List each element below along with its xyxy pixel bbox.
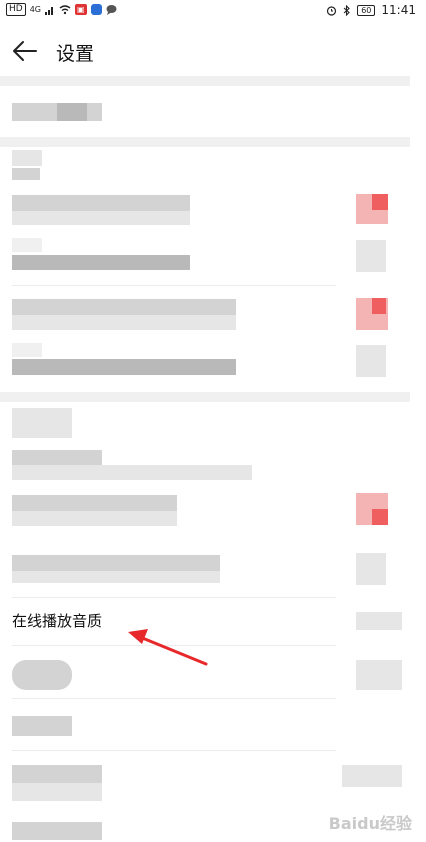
message-icon xyxy=(106,5,117,15)
pixelated-text xyxy=(57,103,87,121)
pixelated-row-subtitle xyxy=(12,571,220,583)
battery-icon: 60 xyxy=(357,4,376,16)
pixelated-toggle-knob xyxy=(372,298,386,314)
app-header: 设置 xyxy=(0,28,426,74)
pixelated-chevron[interactable] xyxy=(356,240,386,272)
alarm-icon xyxy=(327,5,337,16)
pixelated-text xyxy=(12,238,42,252)
hd-badge: HD xyxy=(6,3,26,16)
pixelated-chevron[interactable] xyxy=(356,553,386,585)
pixelated-row-title[interactable] xyxy=(12,495,177,511)
pixelated-row-subtitle xyxy=(12,511,177,526)
pixelated-toggle-knob xyxy=(372,194,388,210)
pixelated-row-subtitle xyxy=(12,465,252,480)
pixelated-chevron[interactable] xyxy=(356,345,386,377)
pixelated-row-title[interactable] xyxy=(12,450,102,465)
pixelated-text xyxy=(12,408,72,438)
pixelated-band xyxy=(0,137,410,147)
pixelated-row-title[interactable] xyxy=(12,660,72,690)
divider xyxy=(12,698,336,699)
wifi-icon xyxy=(59,4,71,14)
pixelated-toggle-knob xyxy=(372,509,388,525)
pixelated-row-title[interactable] xyxy=(12,765,102,783)
shield-icon xyxy=(90,4,102,15)
pixelated-chevron[interactable] xyxy=(356,660,402,690)
pixelated-row-title[interactable] xyxy=(12,555,220,571)
pixelated-band xyxy=(0,392,410,402)
pixelated-text xyxy=(12,150,42,166)
pixelated-row-subtitle xyxy=(12,783,102,801)
pixelated-row-title[interactable] xyxy=(12,299,236,315)
network-label: 4G xyxy=(29,5,41,14)
status-bar: HD 4G ▣ 60 11:41 xyxy=(0,0,426,20)
signal-icon xyxy=(45,6,53,15)
pixelated-text xyxy=(12,168,40,180)
back-arrow-icon[interactable] xyxy=(12,38,38,64)
pixelated-text xyxy=(12,343,42,357)
pixelated-row-title[interactable] xyxy=(12,359,236,375)
divider xyxy=(12,285,336,286)
pixelated-row-title[interactable] xyxy=(12,195,190,211)
pixelated-row-title[interactable] xyxy=(12,716,72,736)
clock: 11:41 xyxy=(381,3,416,17)
pixelated-chevron[interactable] xyxy=(356,612,402,630)
pixelated-band xyxy=(0,76,410,86)
online-playback-quality-item[interactable]: 在线播放音质 xyxy=(12,610,102,631)
divider xyxy=(12,645,336,646)
divider xyxy=(12,597,336,598)
pixelated-chevron[interactable] xyxy=(342,765,402,787)
pixelated-row-subtitle xyxy=(12,211,190,225)
bluetooth-icon xyxy=(343,4,351,16)
pixelated-row-title[interactable] xyxy=(12,255,190,270)
app-notification-icon: ▣ xyxy=(75,4,87,15)
pixelated-row-subtitle xyxy=(12,315,236,330)
watermark: Baidu经验 xyxy=(328,814,412,833)
page-title: 设置 xyxy=(56,43,95,65)
divider xyxy=(12,750,336,751)
pixelated-row-title[interactable] xyxy=(12,822,102,840)
